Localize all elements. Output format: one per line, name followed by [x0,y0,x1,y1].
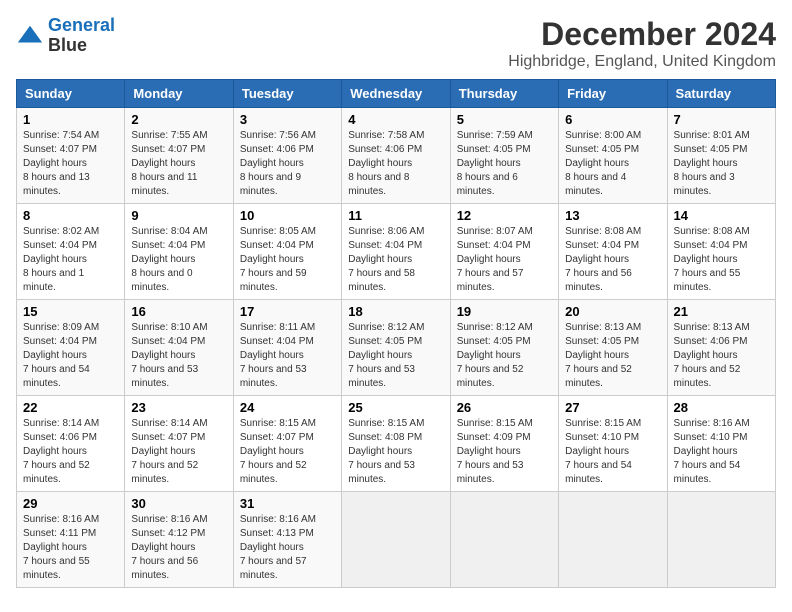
table-row: 10Sunrise: 8:05 AMSunset: 4:04 PMDayligh… [233,204,341,300]
table-row [342,492,450,588]
table-row: 4Sunrise: 7:58 AMSunset: 4:06 PMDaylight… [342,108,450,204]
month-title: December 2024 [508,16,776,53]
calendar-week-5: 29Sunrise: 8:16 AMSunset: 4:11 PMDayligh… [17,492,776,588]
table-row: 13Sunrise: 8:08 AMSunset: 4:04 PMDayligh… [559,204,667,300]
location: Highbridge, England, United Kingdom [508,53,776,71]
col-thursday: Thursday [450,80,558,108]
table-row [559,492,667,588]
table-row: 17Sunrise: 8:11 AMSunset: 4:04 PMDayligh… [233,300,341,396]
logo-icon [16,22,44,50]
table-row: 21Sunrise: 8:13 AMSunset: 4:06 PMDayligh… [667,300,775,396]
col-tuesday: Tuesday [233,80,341,108]
table-row [450,492,558,588]
table-row: 31Sunrise: 8:16 AMSunset: 4:13 PMDayligh… [233,492,341,588]
col-sunday: Sunday [17,80,125,108]
calendar-week-1: 1Sunrise: 7:54 AMSunset: 4:07 PMDaylight… [17,108,776,204]
col-wednesday: Wednesday [342,80,450,108]
table-row: 14Sunrise: 8:08 AMSunset: 4:04 PMDayligh… [667,204,775,300]
logo: GeneralBlue [16,16,115,56]
table-row: 30Sunrise: 8:16 AMSunset: 4:12 PMDayligh… [125,492,233,588]
table-row: 9Sunrise: 8:04 AMSunset: 4:04 PMDaylight… [125,204,233,300]
title-block: December 2024 Highbridge, England, Unite… [508,16,776,71]
table-row: 22Sunrise: 8:14 AMSunset: 4:06 PMDayligh… [17,396,125,492]
table-row: 6Sunrise: 8:00 AMSunset: 4:05 PMDaylight… [559,108,667,204]
table-row: 26Sunrise: 8:15 AMSunset: 4:09 PMDayligh… [450,396,558,492]
table-row: 15Sunrise: 8:09 AMSunset: 4:04 PMDayligh… [17,300,125,396]
col-friday: Friday [559,80,667,108]
col-saturday: Saturday [667,80,775,108]
table-row: 3Sunrise: 7:56 AMSunset: 4:06 PMDaylight… [233,108,341,204]
table-row: 27Sunrise: 8:15 AMSunset: 4:10 PMDayligh… [559,396,667,492]
calendar-week-3: 15Sunrise: 8:09 AMSunset: 4:04 PMDayligh… [17,300,776,396]
table-row: 12Sunrise: 8:07 AMSunset: 4:04 PMDayligh… [450,204,558,300]
table-row: 23Sunrise: 8:14 AMSunset: 4:07 PMDayligh… [125,396,233,492]
calendar-week-2: 8Sunrise: 8:02 AMSunset: 4:04 PMDaylight… [17,204,776,300]
calendar-week-4: 22Sunrise: 8:14 AMSunset: 4:06 PMDayligh… [17,396,776,492]
table-row: 24Sunrise: 8:15 AMSunset: 4:07 PMDayligh… [233,396,341,492]
table-row: 1Sunrise: 7:54 AMSunset: 4:07 PMDaylight… [17,108,125,204]
table-row: 25Sunrise: 8:15 AMSunset: 4:08 PMDayligh… [342,396,450,492]
table-row: 11Sunrise: 8:06 AMSunset: 4:04 PMDayligh… [342,204,450,300]
table-row: 19Sunrise: 8:12 AMSunset: 4:05 PMDayligh… [450,300,558,396]
table-row: 20Sunrise: 8:13 AMSunset: 4:05 PMDayligh… [559,300,667,396]
table-row: 5Sunrise: 7:59 AMSunset: 4:05 PMDaylight… [450,108,558,204]
table-row: 8Sunrise: 8:02 AMSunset: 4:04 PMDaylight… [17,204,125,300]
table-row: 7Sunrise: 8:01 AMSunset: 4:05 PMDaylight… [667,108,775,204]
table-row: 2Sunrise: 7:55 AMSunset: 4:07 PMDaylight… [125,108,233,204]
logo-text: GeneralBlue [48,16,115,56]
table-row: 28Sunrise: 8:16 AMSunset: 4:10 PMDayligh… [667,396,775,492]
page-header: GeneralBlue December 2024 Highbridge, En… [16,16,776,71]
col-monday: Monday [125,80,233,108]
calendar-table: Sunday Monday Tuesday Wednesday Thursday… [16,79,776,588]
header-row: Sunday Monday Tuesday Wednesday Thursday… [17,80,776,108]
table-row: 29Sunrise: 8:16 AMSunset: 4:11 PMDayligh… [17,492,125,588]
table-row: 18Sunrise: 8:12 AMSunset: 4:05 PMDayligh… [342,300,450,396]
table-row [667,492,775,588]
table-row: 16Sunrise: 8:10 AMSunset: 4:04 PMDayligh… [125,300,233,396]
